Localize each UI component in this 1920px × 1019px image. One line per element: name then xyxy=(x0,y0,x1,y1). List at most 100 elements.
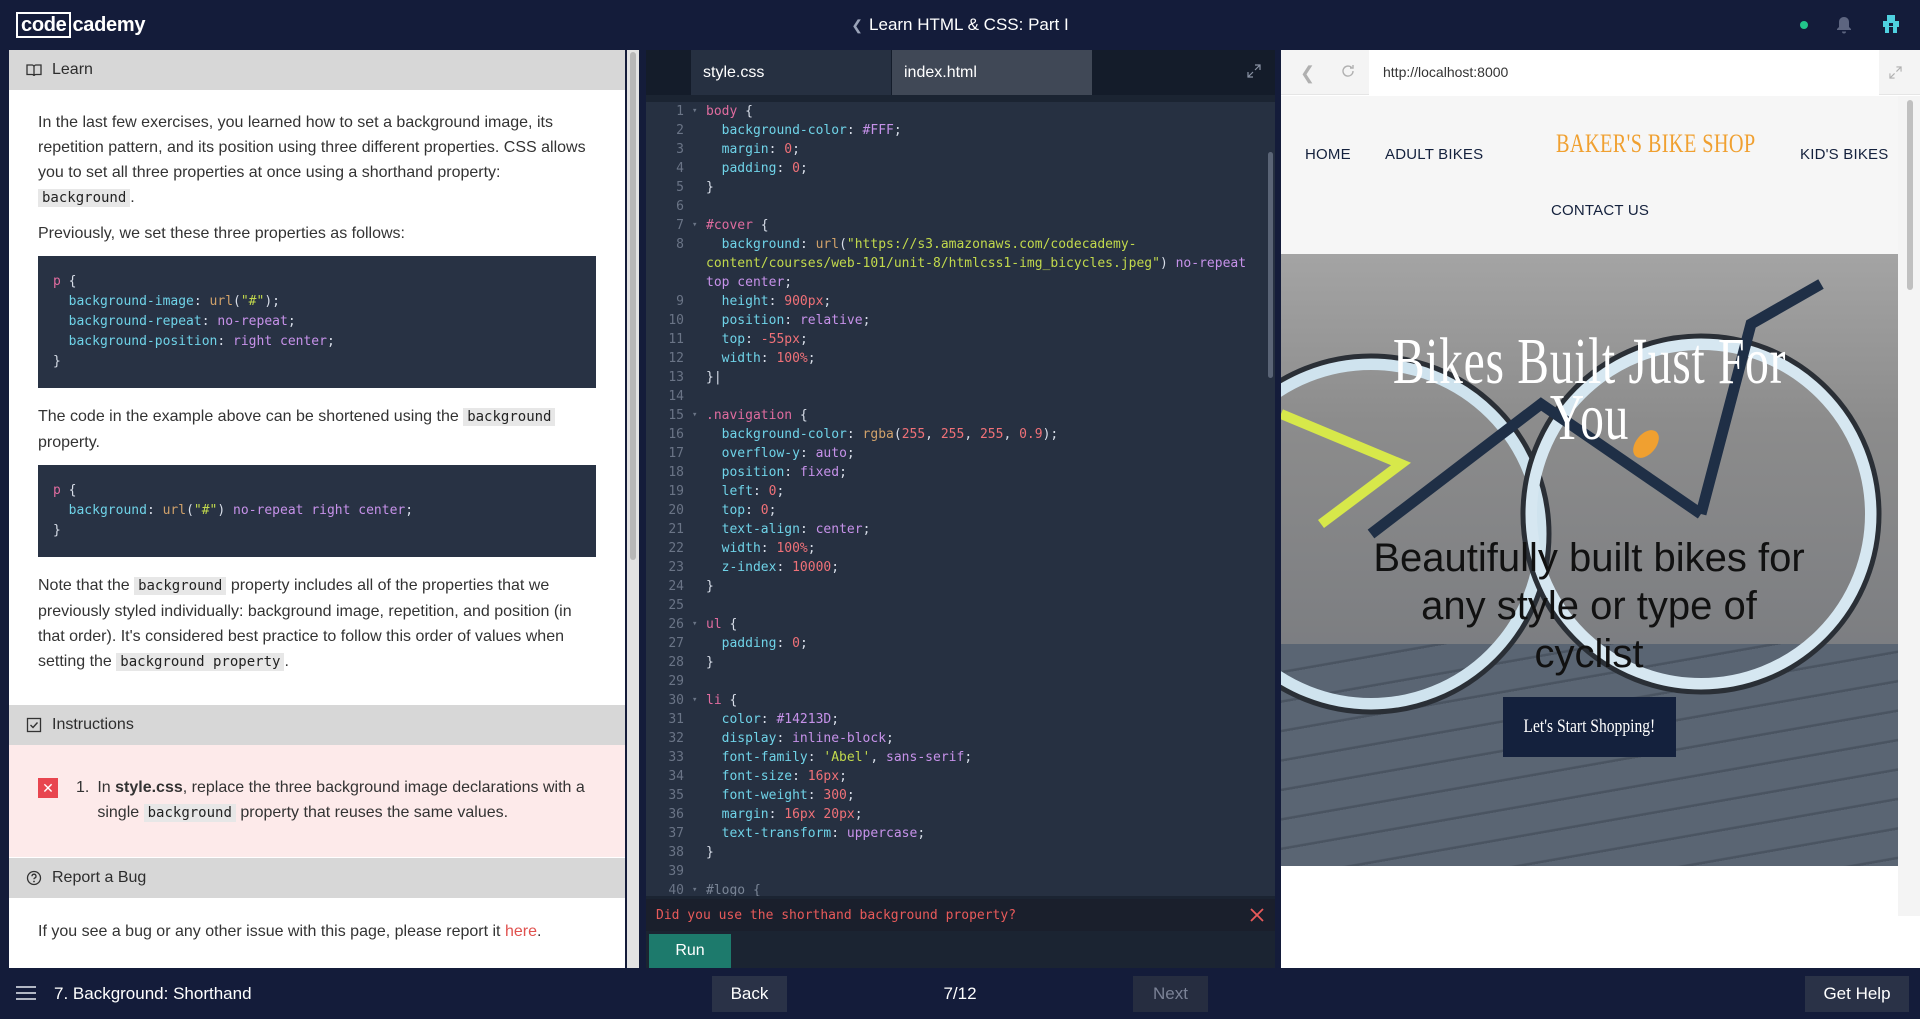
start-shopping-label: Let's Start Shopping! xyxy=(1523,716,1656,737)
code-line: 18 position: fixed; xyxy=(668,465,847,480)
instruction-text-before: In xyxy=(97,779,111,796)
preview-url-bar: ❮ http://localhost:8000 xyxy=(1281,50,1920,95)
code-line: 21 text-align: center; xyxy=(668,522,871,537)
instructions-header: Instructions xyxy=(9,705,625,745)
hamburger-menu-icon[interactable] xyxy=(16,986,36,1000)
learn-paragraph-3: The code in the example above can be sho… xyxy=(38,404,596,455)
code-line: 33 font-family: 'Abel', sans-serif; xyxy=(668,750,973,765)
user-avatar-icon[interactable] xyxy=(1880,14,1902,36)
notification-bell-icon[interactable] xyxy=(1836,16,1852,34)
bottom-bar: 7. Background: Shorthand Back 7/12 Next … xyxy=(0,968,1920,1019)
code-line: 26 ▾ ul { xyxy=(668,617,738,632)
hero-section: Bikes Built Just For You Beautifully bui… xyxy=(1281,254,1898,866)
report-bug-heading: Report a Bug xyxy=(52,869,147,886)
code-line: 38} xyxy=(668,845,714,860)
learn-paragraph-1: In the last few exercises, you learned h… xyxy=(38,110,596,211)
start-shopping-button[interactable]: Let's Start Shopping! xyxy=(1503,697,1676,757)
code-line: 34 font-size: 16px; xyxy=(668,769,847,784)
code-line: content/courses/web-101/unit-8/htmlcss1-… xyxy=(706,256,1247,271)
code-line: 9 height: 900px; xyxy=(676,294,832,309)
learn-content: In the last few exercises, you learned h… xyxy=(9,90,625,675)
code-line: 8 background: url("https://s3.amazonaws.… xyxy=(676,237,1137,252)
code-line: 25 xyxy=(668,598,684,613)
nav-contact-us[interactable]: CONTACT US xyxy=(1551,202,1649,219)
code-line: 28} xyxy=(668,655,714,670)
lesson-name[interactable]: 7. Background: Shorthand xyxy=(54,984,252,1004)
course-title[interactable]: ❮ Learn HTML & CSS: Part I xyxy=(0,15,1920,35)
inline-code: background xyxy=(143,804,236,822)
back-button[interactable]: Back xyxy=(712,976,787,1012)
code-line: 13}| xyxy=(668,370,722,385)
instructions-section: Instructions ✕ 1. In style.css, replace … xyxy=(9,705,625,857)
code-line: 39 xyxy=(668,864,684,879)
progress-counter: 7/12 xyxy=(943,984,977,1003)
code-line: 16 background-color: rgba(255, 255, 255,… xyxy=(668,427,1059,442)
code-line: 10 position: relative; xyxy=(668,313,871,328)
code-line: 1 ▾ body { xyxy=(676,104,753,119)
code-text-area[interactable]: 1 ▾ body { 2 background-color: #FFF; 3 mar… xyxy=(646,102,1266,896)
code-line: 36 margin: 16px 20px; xyxy=(668,807,863,822)
preview-scrollbar[interactable] xyxy=(1898,96,1920,916)
code-scrollbar[interactable] xyxy=(1266,102,1275,896)
nav-kids-bikes[interactable]: KID'S BIKES xyxy=(1800,146,1888,163)
online-status-icon xyxy=(1800,21,1808,29)
expand-preview-icon[interactable] xyxy=(1889,66,1902,79)
code-line: 6 xyxy=(676,199,684,214)
code-line: 27 padding: 0; xyxy=(668,636,808,651)
url-input[interactable]: http://localhost:8000 xyxy=(1369,50,1879,95)
code-line: 20 top: 0; xyxy=(668,503,777,518)
tab-style-css[interactable]: style.css xyxy=(691,50,891,95)
instruction-number: 1. xyxy=(76,779,90,796)
code-line: 4 padding: 0; xyxy=(676,161,808,176)
code-line: 17 overflow-y: auto; xyxy=(668,446,855,461)
run-button[interactable]: Run xyxy=(649,934,731,968)
code-editor: style.css index.html 1 ▾ body { 2 backgrou… xyxy=(646,50,1275,968)
report-bug-header[interactable]: Report a Bug xyxy=(9,858,625,898)
instructions-heading: Instructions xyxy=(52,716,134,733)
code-line: 7 ▾ #cover { xyxy=(676,218,769,233)
learn-p1-end: . xyxy=(130,189,135,206)
learn-p1-text: In the last few exercises, you learned h… xyxy=(38,114,586,181)
inline-code: background xyxy=(134,577,227,595)
close-icon[interactable] xyxy=(1249,907,1265,923)
learn-heading: Learn xyxy=(52,61,93,78)
nav-adult-bikes[interactable]: ADULT BIKES xyxy=(1385,146,1483,163)
preview-scrollbar-thumb[interactable] xyxy=(1907,100,1913,290)
code-line: 12 width: 100%; xyxy=(668,351,816,366)
instruction-file: style.css xyxy=(115,779,183,796)
get-help-button[interactable]: Get Help xyxy=(1805,976,1909,1012)
inline-code: background property xyxy=(116,653,285,671)
learn-header: Learn xyxy=(9,50,625,90)
course-title-text: Learn HTML & CSS: Part I xyxy=(869,15,1069,34)
learn-scrollbar-thumb[interactable] xyxy=(630,52,636,560)
instruction-item: ✕ 1. In style.css, replace the three bac… xyxy=(9,745,625,857)
chevron-left-icon: ❮ xyxy=(851,17,864,33)
hero-subtitle: Beautifully built bikes for any style or… xyxy=(1373,536,1805,676)
code-scrollbar-thumb[interactable] xyxy=(1268,152,1273,378)
reload-icon[interactable] xyxy=(1340,63,1356,79)
site-viewport: Bikes Built Just For You Beautifully bui… xyxy=(1281,96,1898,916)
brand-logo-text[interactable]: BAKER'S BIKE SHOP xyxy=(1556,129,1756,159)
code-line: 37 text-transform: uppercase; xyxy=(668,826,926,841)
checkbox-icon xyxy=(26,717,42,733)
learn-p3-text: The code in the example above can be sho… xyxy=(38,408,459,425)
nav-home[interactable]: HOME xyxy=(1305,146,1351,163)
report-bug-link[interactable]: here xyxy=(505,923,537,940)
tab-index-html[interactable]: index.html xyxy=(892,50,1092,95)
top-icons xyxy=(1800,14,1902,36)
failed-check-icon: ✕ xyxy=(38,778,58,798)
learn-scrollbar[interactable] xyxy=(627,50,639,968)
expand-editor-icon[interactable] xyxy=(1247,64,1261,78)
back-arrow-icon[interactable]: ❮ xyxy=(1300,63,1315,84)
learn-paragraph-4: Note that the background property includ… xyxy=(38,573,596,675)
code-line: 14 xyxy=(668,389,684,404)
learn-panel: Learn In the last few exercises, you lea… xyxy=(9,50,625,968)
inline-code: background xyxy=(463,408,556,426)
report-bug-body: If you see a bug or any other issue with… xyxy=(38,923,501,940)
code-line: 23 z-index: 10000; xyxy=(668,560,840,575)
code-line: 19 left: 0; xyxy=(668,484,785,499)
error-banner: Did you use the shorthand background pro… xyxy=(646,899,1275,931)
code-line: 35 font-weight: 300; xyxy=(668,788,855,803)
code-line: 15 ▾ .navigation { xyxy=(668,408,808,423)
next-button[interactable]: Next xyxy=(1133,976,1208,1012)
